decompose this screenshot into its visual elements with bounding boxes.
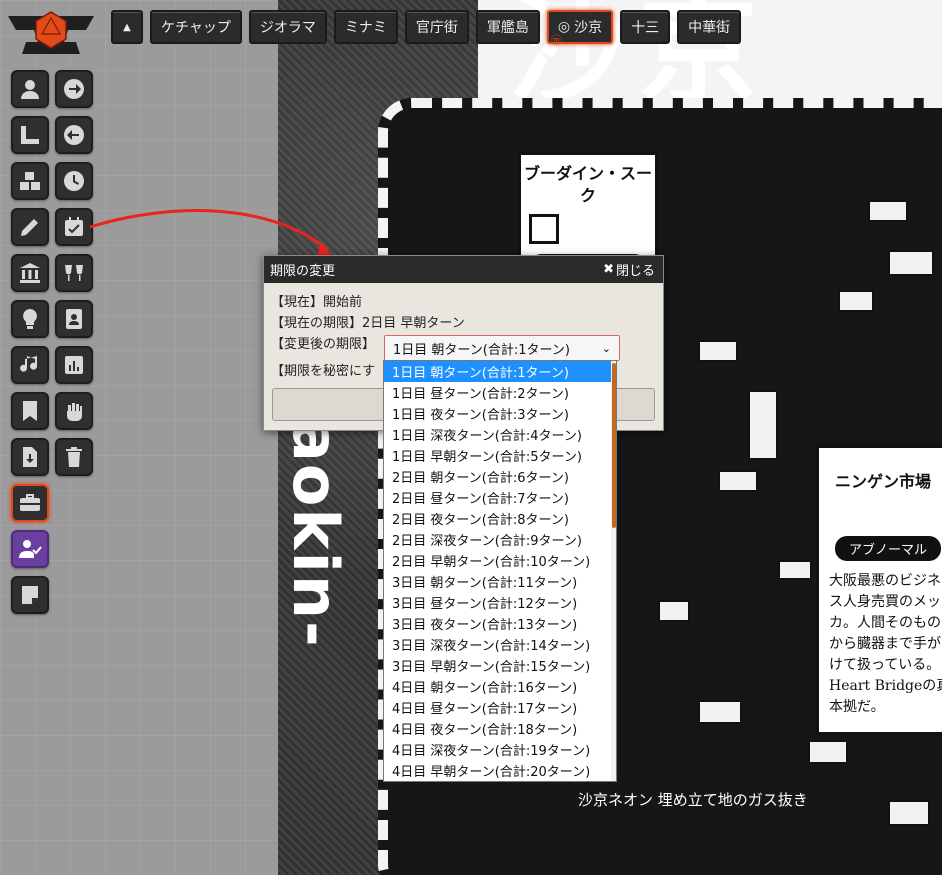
deadline-option[interactable]: 2日目 朝ターン(合計:6ターン) <box>384 466 616 487</box>
collapse-up-button[interactable]: ▲ <box>111 10 143 44</box>
map-tab[interactable]: 官庁街 <box>404 10 469 44</box>
map-vertical-label: aokin- <box>279 420 352 649</box>
trash-icon[interactable] <box>55 438 93 476</box>
ruler-icon[interactable] <box>11 116 49 154</box>
map-tab[interactable]: 軍艦島 <box>475 10 540 44</box>
deadline-option[interactable]: 3日目 早朝ターン(合計:15ターン) <box>384 655 616 676</box>
clock-icon[interactable] <box>55 162 93 200</box>
pencil-icon[interactable] <box>11 208 49 246</box>
deadline-option[interactable]: 1日目 夜ターン(合計:3ターン) <box>384 403 616 424</box>
stat-icon <box>529 214 559 245</box>
map-tab[interactable]: 十三 <box>620 10 671 44</box>
location-title: ニンゲン市場 <box>835 472 932 491</box>
new-deadline-label: 【変更後の期限】 <box>271 336 376 352</box>
chevron-up-icon: ▲ <box>123 21 131 33</box>
map-annotation: 沙京ネオン 埋め立て地のガス抜き <box>578 791 808 809</box>
music-icon[interactable] <box>11 346 49 384</box>
dialog-title: 期限の変更 <box>270 264 336 279</box>
map-tab[interactable]: ミナミ <box>333 10 398 44</box>
deadline-option[interactable]: 2日目 夜ターン(合計:8ターン) <box>384 508 616 529</box>
deadline-option[interactable]: 4日目 深夜ターン(合計:19ターン) <box>384 739 616 760</box>
dialog-header: 期限の変更 ✖ 閉じる <box>264 256 663 283</box>
chevron-down-icon: ⌄ <box>601 341 611 355</box>
current-status-value: 開始前 <box>323 294 363 310</box>
bookmark-icon[interactable] <box>11 392 49 430</box>
deadline-option[interactable]: 1日目 昼ターン(合計:2ターン) <box>384 382 616 403</box>
bank-icon[interactable] <box>11 254 49 292</box>
fist-icon[interactable] <box>55 392 93 430</box>
arrow-left-icon[interactable] <box>55 116 93 154</box>
deadline-option[interactable]: 4日目 朝ターン(合計:16ターン) <box>384 676 616 697</box>
deadline-option[interactable]: 1日目 早朝ターン(合計:5ターン) <box>384 445 616 466</box>
deadline-option[interactable]: 1日目 朝ターン(合計:1ターン) <box>384 361 616 382</box>
map-tab-active[interactable]: ◎ 沙京 ⓜ <box>546 10 614 47</box>
deadline-select-value: 1日目 朝ターン(合計:1ターン) <box>393 342 570 358</box>
map-tab-bar: ▲ ケチャップ ジオラマ ミナミ 官庁街 軍艦島 ◎ 沙京 ⓜ 十三 中華街 <box>111 10 742 47</box>
deadline-option[interactable]: 3日目 昼ターン(合計:12ターン) <box>384 592 616 613</box>
location-title: ブーダイン・スーク <box>523 164 652 205</box>
deadline-option[interactable]: 2日目 深夜ターン(合計:9ターン) <box>384 529 616 550</box>
current-deadline-label: 【現在の期限】 <box>271 315 363 331</box>
anvil-dice-logo[interactable] <box>4 8 98 60</box>
contact-card-icon[interactable] <box>55 300 93 338</box>
location-tag: アブノーマル <box>835 536 942 561</box>
toolbox-icon[interactable] <box>11 484 49 522</box>
close-icon: ✖ <box>603 262 614 277</box>
deadline-option[interactable]: 2日目 早朝ターン(合計:10ターン) <box>384 550 616 571</box>
secret-deadline-label: 【期限を秘密にす <box>271 363 376 379</box>
deadline-option[interactable]: 3日目 朝ターン(合計:11ターン) <box>384 571 616 592</box>
map-location-card: ニンゲン市場 アブノーマル 大阪最悪のビジネス人身売買のメッカ。人間そのものから… <box>816 445 942 735</box>
arrow-right-icon[interactable] <box>55 70 93 108</box>
deadline-option[interactable]: 1日目 深夜ターン(合計:4ターン) <box>384 424 616 445</box>
dropdown-scrollbar[interactable] <box>611 361 616 781</box>
user-check-icon[interactable] <box>11 530 49 568</box>
tab-badge-icon: ⓜ <box>550 34 562 47</box>
file-download-icon[interactable] <box>11 438 49 476</box>
deadline-option[interactable]: 2日目 昼ターン(合計:7ターン) <box>384 487 616 508</box>
map-tab[interactable]: ケチャップ <box>150 10 242 44</box>
deadline-select[interactable]: 1日目 朝ターン(合計:1ターン) ⌄ <box>384 335 620 361</box>
deadline-options-list[interactable]: 1日目 朝ターン(合計:1ターン) 1日目 昼ターン(合計:2ターン) 1日目 … <box>383 360 617 782</box>
chart-icon[interactable] <box>55 346 93 384</box>
cubes-icon[interactable] <box>11 162 49 200</box>
note-icon[interactable] <box>11 576 49 614</box>
current-status-label: 【現在】 <box>271 294 324 310</box>
map-tab[interactable]: 中華街 <box>677 10 742 44</box>
lightbulb-icon[interactable] <box>11 300 49 338</box>
current-deadline-value: 2日目 早朝ターン <box>362 315 465 331</box>
deadline-option[interactable]: 3日目 深夜ターン(合計:14ターン) <box>384 634 616 655</box>
scrollbar-thumb[interactable] <box>612 363 616 528</box>
deadline-option[interactable]: 4日目 昼ターン(合計:17ターン) <box>384 697 616 718</box>
user-icon[interactable] <box>11 70 49 108</box>
deadline-option[interactable]: 3日目 夜ターン(合計:13ターン) <box>384 613 616 634</box>
deadline-option[interactable]: 4日目 早朝ターン(合計:20ターン) <box>384 760 616 781</box>
deadline-option[interactable]: 4日目 夜ターン(合計:18ターン) <box>384 718 616 739</box>
location-description: 大阪最悪のビジネス人身売買のメッカ。人間そのものから臓器まで手がけて扱っている。… <box>829 573 942 715</box>
map-tab[interactable]: ジオラマ <box>248 10 327 44</box>
close-button[interactable]: ✖ 閉じる <box>603 260 655 279</box>
